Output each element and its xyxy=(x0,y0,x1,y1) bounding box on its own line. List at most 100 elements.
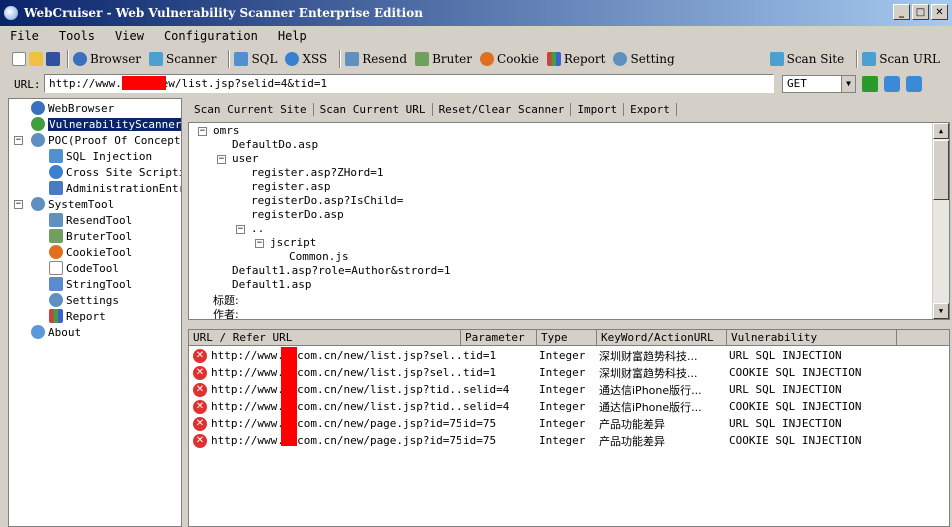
close-button[interactable]: ✕ xyxy=(931,4,948,20)
error-icon: ✕ xyxy=(193,382,207,397)
tree-item-admin-entrance[interactable]: AdministrationEntrance xyxy=(49,180,181,196)
maximize-button[interactable]: □ xyxy=(912,4,929,20)
tree-item-webbrowser[interactable]: WebBrowser xyxy=(31,100,114,116)
tree-item-resendtool[interactable]: ResendTool xyxy=(49,212,132,228)
scan-site-icon xyxy=(769,52,784,66)
tree-node[interactable]: jscript xyxy=(270,236,316,249)
cell-parameter: selid=4 xyxy=(463,400,510,413)
column-header-filler xyxy=(897,330,949,346)
setting-button[interactable]: Setting xyxy=(613,52,675,66)
vertical-scrollbar[interactable]: ▲ ▼ xyxy=(932,123,949,319)
tree-item-cookietool[interactable]: CookieTool xyxy=(49,244,132,260)
save-icon[interactable] xyxy=(46,52,60,66)
sql-button[interactable]: SQL xyxy=(234,52,277,66)
cell-type: Integer xyxy=(539,383,586,396)
tree-node[interactable]: registerDo.asp?IsChild= xyxy=(251,194,403,207)
tree-item-vulnscanner[interactable]: VulnerabilityScanner xyxy=(31,116,181,132)
table-header: URL / Refer URL Parameter Type KeyWord/A… xyxy=(189,330,949,346)
tree-item-poc[interactable]: POC(Proof Of Concept) xyxy=(31,132,181,148)
open-folder-icon[interactable] xyxy=(29,52,43,66)
code-icon xyxy=(49,261,63,275)
xss-button[interactable]: XSS xyxy=(285,52,327,66)
tree-node[interactable]: Common.js xyxy=(289,250,349,263)
tree-node[interactable]: DefaultDo.asp xyxy=(232,138,318,151)
scan-current-site-button[interactable]: Scan Current Site xyxy=(188,102,314,116)
column-header-url[interactable]: URL / Refer URL xyxy=(189,330,461,346)
tree-item-codetool[interactable]: CodeTool xyxy=(49,260,119,276)
pause-icon[interactable] xyxy=(884,76,900,92)
minimize-button[interactable]: _ xyxy=(893,4,910,20)
menu-configuration[interactable]: Configuration xyxy=(154,29,268,43)
collapse-toggle[interactable]: − xyxy=(236,225,245,234)
tree-node[interactable]: 作者: xyxy=(213,306,239,319)
tree-item-about[interactable]: About xyxy=(31,324,81,340)
user-icon xyxy=(49,181,63,195)
tree-item-sql-injection[interactable]: SQL Injection xyxy=(49,148,152,164)
tree-item-brutertool[interactable]: BruterTool xyxy=(49,228,132,244)
tree-node[interactable]: omrs xyxy=(213,124,240,137)
collapse-toggle[interactable]: − xyxy=(14,200,23,209)
bruter-button[interactable]: Bruter xyxy=(415,52,472,66)
go-icon[interactable] xyxy=(862,76,878,92)
cell-type: Integer xyxy=(539,366,586,379)
resend-button[interactable]: Resend xyxy=(345,52,407,66)
toolbar-separator xyxy=(67,50,69,68)
tree-item-report[interactable]: Report xyxy=(49,308,106,324)
collapse-toggle[interactable]: − xyxy=(14,136,23,145)
tree-node[interactable]: Default1.asp xyxy=(232,278,311,291)
report-button[interactable]: Report xyxy=(546,52,605,66)
tree-item-stringtool[interactable]: StringTool xyxy=(49,276,132,292)
title-bar: WebCruiser - Web Vulnerability Scanner E… xyxy=(0,0,952,26)
tree-item-xss[interactable]: Cross Site Scripting xyxy=(49,164,181,180)
export-button[interactable]: Export xyxy=(624,102,677,116)
cookie-button[interactable]: Cookie xyxy=(480,52,539,66)
menu-view[interactable]: View xyxy=(105,29,154,43)
scroll-down-icon[interactable]: ▼ xyxy=(933,303,949,319)
tree-item-systemtool[interactable]: SystemTool xyxy=(31,196,114,212)
tree-node[interactable]: registerDo.asp xyxy=(251,208,344,221)
scanner-button[interactable]: Scanner xyxy=(149,52,216,66)
tree-item-settings[interactable]: Settings xyxy=(49,292,119,308)
import-button[interactable]: Import xyxy=(571,102,625,116)
column-header-parameter[interactable]: Parameter xyxy=(461,330,537,346)
stop-icon[interactable] xyxy=(906,76,922,92)
collapse-toggle[interactable]: − xyxy=(217,155,226,164)
column-header-vulnerability[interactable]: Vulnerability xyxy=(727,330,897,346)
menu-file[interactable]: File xyxy=(0,29,49,43)
collapse-toggle[interactable]: − xyxy=(198,127,207,136)
toolbar: Browser Scanner SQL XSS Resend Bruter Co… xyxy=(0,47,952,71)
column-header-type[interactable]: Type xyxy=(537,330,597,346)
scan-current-url-button[interactable]: Scan Current URL xyxy=(314,102,433,116)
method-select[interactable]: GET ▼ xyxy=(782,75,856,93)
new-file-icon[interactable] xyxy=(12,52,26,66)
cell-parameter: tid=1 xyxy=(463,366,497,379)
tree-node[interactable]: register.asp xyxy=(251,180,330,193)
reset-clear-scanner-button[interactable]: Reset/Clear Scanner xyxy=(433,102,572,116)
scroll-up-icon[interactable]: ▲ xyxy=(933,123,949,139)
scanner-panel: Scan Current Site Scan Current URL Reset… xyxy=(188,98,950,527)
tree-node[interactable]: user xyxy=(232,152,259,165)
scan-url-button[interactable]: Scan URL xyxy=(862,52,940,66)
xss-icon xyxy=(285,52,300,66)
app-icon xyxy=(4,6,18,20)
tree-node[interactable]: register.asp?ZHord=1 xyxy=(251,166,383,179)
menu-bar: File Tools View Configuration Help xyxy=(0,26,952,46)
browser-button[interactable]: Browser xyxy=(73,52,141,66)
scroll-thumb[interactable] xyxy=(933,140,949,200)
site-structure-tree: − omrs DefaultDo.asp − user register.asp… xyxy=(188,122,950,320)
menu-tools[interactable]: Tools xyxy=(49,29,105,43)
toolbar-separator xyxy=(228,50,231,68)
cell-keyword: 深圳财富趋势科技... xyxy=(599,366,698,380)
collapse-toggle[interactable]: − xyxy=(255,239,264,248)
cell-vulnerability: COOKIE SQL INJECTION xyxy=(729,434,862,447)
tree-node[interactable]: .. xyxy=(251,222,264,235)
cell-parameter: tid=1 xyxy=(463,349,497,362)
column-header-keyword[interactable]: KeyWord/ActionURL xyxy=(597,330,727,346)
redaction-mark xyxy=(281,347,297,446)
toolbar-separator xyxy=(339,50,342,68)
menu-help[interactable]: Help xyxy=(268,29,317,43)
tree-node[interactable]: Default1.asp?role=Author&strord=1 xyxy=(232,264,451,277)
gear-icon xyxy=(31,197,45,211)
cell-url: http://www.t com.cn/new/page.jsp?id=75 xyxy=(211,434,461,447)
scan-site-button[interactable]: Scan Site xyxy=(769,52,844,66)
